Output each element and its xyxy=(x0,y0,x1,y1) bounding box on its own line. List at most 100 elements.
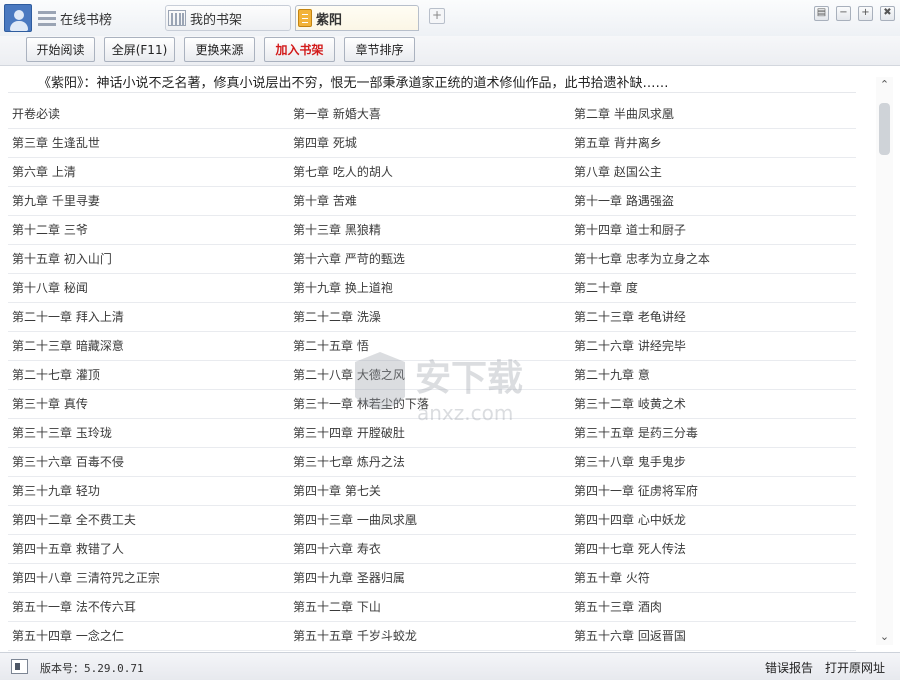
chapter-link[interactable]: 第七章 吃人的胡人 xyxy=(293,158,393,186)
chapter-link[interactable]: 第二十八章 大德之风 xyxy=(293,361,405,389)
chapter-link[interactable]: 第十七章 忠孝为立身之本 xyxy=(574,245,710,273)
version-label: 版本号：5.29.0.71 xyxy=(40,662,144,675)
chapter-link[interactable]: 第四十六章 寿衣 xyxy=(293,535,381,563)
chapter-link[interactable]: 第三十六章 百毒不侵 xyxy=(12,448,124,476)
chapter-link[interactable]: 第三十一章 林若尘的下落 xyxy=(293,390,429,418)
chapter-link[interactable]: 第四十五章 救错了人 xyxy=(12,535,124,563)
chapter-row: 第二十一章 拜入上清 第二十二章 洗澡 第二十三章 老龟讲经 xyxy=(8,303,856,332)
status-bar: 版本号：5.29.0.71 错误报告 打开原网址 xyxy=(0,652,900,680)
chapter-link[interactable]: 第二十一章 拜入上清 xyxy=(12,303,124,331)
chapter-row: 第十五章 初入山门 第十六章 严苛的甄选 第十七章 忠孝为立身之本 xyxy=(8,245,856,274)
start-reading-button[interactable]: 开始阅读 xyxy=(26,37,95,62)
chapter-link[interactable]: 第三十二章 岐黄之术 xyxy=(574,390,686,418)
skin-button[interactable]: ▤ xyxy=(814,6,829,21)
chapter-link[interactable]: 第五十六章 回返晋国 xyxy=(574,622,686,650)
chapter-link[interactable]: 第十五章 初入山门 xyxy=(12,245,112,273)
chapter-link[interactable]: 第二十六章 讲经完毕 xyxy=(574,332,686,360)
chapter-link[interactable]: 第二十二章 洗澡 xyxy=(293,303,381,331)
tab-current-book-label: 紫阳 xyxy=(316,12,343,28)
minimize-button[interactable]: − xyxy=(836,6,851,21)
chapter-link[interactable]: 第五十三章 酒肉 xyxy=(574,593,662,621)
list-icon xyxy=(38,10,56,26)
error-report-link[interactable]: 错误报告 xyxy=(765,659,813,676)
chapter-link[interactable]: 第一章 新婚大喜 xyxy=(293,100,381,128)
toggle-panel-icon[interactable] xyxy=(11,659,28,674)
chapter-link[interactable]: 第八章 赵国公主 xyxy=(574,158,662,186)
user-avatar-icon[interactable] xyxy=(4,4,32,32)
chapter-link[interactable]: 第三十五章 是药三分毒 xyxy=(574,419,698,447)
chapter-link[interactable]: 第四十三章 一曲凤求凰 xyxy=(293,506,417,534)
chapter-link[interactable]: 第二章 半曲凤求凰 xyxy=(574,100,674,128)
chapter-link[interactable]: 第五十章 火符 xyxy=(574,564,650,592)
chapter-row: 第二十七章 灌顶 第二十八章 大德之风 第二十九章 意 xyxy=(8,361,856,390)
chapter-link[interactable]: 第十四章 道士和厨子 xyxy=(574,216,686,244)
chapter-link[interactable]: 第二十五章 悟 xyxy=(293,332,369,360)
tab-bar: 在线书榜 我的书架 紫阳 + ▤ − + ✖ xyxy=(0,0,900,36)
chapter-link[interactable]: 第五章 背井离乡 xyxy=(574,129,662,157)
chapter-row: 第三十章 真传 第三十一章 林若尘的下落 第三十二章 岐黄之术 xyxy=(8,390,856,419)
chapter-link[interactable]: 第五十四章 一念之仁 xyxy=(12,622,124,650)
chapter-link[interactable]: 第二十三章 暗藏深意 xyxy=(12,332,124,360)
chapter-link[interactable]: 第四十八章 三清符咒之正宗 xyxy=(12,564,160,592)
chapter-row: 第三十六章 百毒不侵 第三十七章 炼丹之法 第三十八章 鬼手鬼步 xyxy=(8,448,856,477)
add-tab-button[interactable]: + xyxy=(429,8,445,24)
vertical-scrollbar[interactable]: ⌃ ⌄ xyxy=(876,77,893,645)
scrollbar-thumb[interactable] xyxy=(879,103,890,155)
chapter-link[interactable]: 第四十章 第七关 xyxy=(293,477,381,505)
chapter-panel: 《紫阳》：神话小说不乏名著，修真小说层出不穷，恨无一部秉承道家正统的道术修仙作品… xyxy=(0,67,900,652)
close-button[interactable]: ✖ xyxy=(880,6,895,21)
fullscreen-button[interactable]: 全屏(F11) xyxy=(104,37,175,62)
chapter-link[interactable]: 第十二章 三爷 xyxy=(12,216,88,244)
chapter-link[interactable]: 第二十章 度 xyxy=(574,274,638,302)
sort-chapters-button[interactable]: 章节排序 xyxy=(344,37,415,62)
chapter-row: 第十二章 三爷 第十三章 黑狼精 第十四章 道士和厨子 xyxy=(8,216,856,245)
chapter-link[interactable]: 第五十五章 千岁斗蛟龙 xyxy=(293,622,417,650)
chapter-link[interactable]: 第四十七章 死人传法 xyxy=(574,535,686,563)
tab-my-shelf[interactable]: 我的书架 xyxy=(165,5,291,31)
chapter-link[interactable]: 开卷必读 xyxy=(12,100,60,128)
chapter-link[interactable]: 第五十一章 法不传六耳 xyxy=(12,593,136,621)
chapter-link[interactable]: 第三十章 真传 xyxy=(12,390,88,418)
add-to-shelf-button[interactable]: 加入书架 xyxy=(264,37,335,62)
chapter-row: 开卷必读 第一章 新婚大喜 第二章 半曲凤求凰 xyxy=(8,100,856,129)
chapter-link[interactable]: 第二十九章 意 xyxy=(574,361,650,389)
chapter-link[interactable]: 第三十八章 鬼手鬼步 xyxy=(574,448,686,476)
chapter-link[interactable]: 第十六章 严苛的甄选 xyxy=(293,245,405,273)
chapter-link[interactable]: 第六章 上清 xyxy=(12,158,76,186)
change-source-button[interactable]: 更换来源 xyxy=(184,37,255,62)
chapter-link[interactable]: 第三十三章 玉玲珑 xyxy=(12,419,112,447)
chapter-row: 第四十二章 全不费工夫 第四十三章 一曲凤求凰 第四十四章 心中妖龙 xyxy=(8,506,856,535)
tab-online-rank[interactable]: 在线书榜 xyxy=(36,5,158,31)
chapter-link[interactable]: 第十一章 路遇强盗 xyxy=(574,187,674,215)
chapter-link[interactable]: 第三十四章 开膛破肚 xyxy=(293,419,405,447)
chapter-link[interactable]: 第二十三章 老龟讲经 xyxy=(574,303,686,331)
chapter-row: 第三十九章 轻功 第四十章 第七关 第四十一章 征虏将军府 xyxy=(8,477,856,506)
scroll-down-icon[interactable]: ⌄ xyxy=(878,631,891,643)
chapter-link[interactable]: 第四十二章 全不费工夫 xyxy=(12,506,136,534)
chapter-link[interactable]: 第三十九章 轻功 xyxy=(12,477,100,505)
chapter-link[interactable]: 第十九章 换上道袍 xyxy=(293,274,393,302)
chapter-row: 第十八章 秘闻 第十九章 换上道袍 第二十章 度 xyxy=(8,274,856,303)
tab-current-book[interactable]: 紫阳 xyxy=(295,5,419,31)
chapter-link[interactable]: 第十章 苦难 xyxy=(293,187,357,215)
divider xyxy=(8,92,856,93)
book-intro: 《紫阳》：神话小说不乏名著，修真小说层出不穷，恨无一部秉承道家正统的道术修仙作品… xyxy=(38,76,669,91)
maximize-button[interactable]: + xyxy=(858,6,873,21)
chapter-link[interactable]: 第三章 生逢乱世 xyxy=(12,129,100,157)
tab-online-rank-label: 在线书榜 xyxy=(60,12,113,28)
chapter-link[interactable]: 第九章 千里寻妻 xyxy=(12,187,100,215)
chapter-link[interactable]: 第二十七章 灌顶 xyxy=(12,361,100,389)
chapter-link[interactable]: 第十三章 黑狼精 xyxy=(293,216,381,244)
chapter-link[interactable]: 第四十九章 圣器归属 xyxy=(293,564,405,592)
open-source-url-link[interactable]: 打开原网址 xyxy=(825,659,885,676)
scroll-up-icon[interactable]: ⌃ xyxy=(878,79,891,91)
book-icon xyxy=(298,9,312,27)
chapter-link[interactable]: 第三十七章 炼丹之法 xyxy=(293,448,405,476)
chapter-row: 第五十四章 一念之仁 第五十五章 千岁斗蛟龙 第五十六章 回返晋国 xyxy=(8,622,856,651)
chapter-link[interactable]: 第四十四章 心中妖龙 xyxy=(574,506,686,534)
chapter-row: 第六章 上清 第七章 吃人的胡人 第八章 赵国公主 xyxy=(8,158,856,187)
chapter-link[interactable]: 第四十一章 征虏将军府 xyxy=(574,477,698,505)
chapter-link[interactable]: 第五十二章 下山 xyxy=(293,593,381,621)
chapter-link[interactable]: 第十八章 秘闻 xyxy=(12,274,88,302)
chapter-link[interactable]: 第四章 死城 xyxy=(293,129,357,157)
